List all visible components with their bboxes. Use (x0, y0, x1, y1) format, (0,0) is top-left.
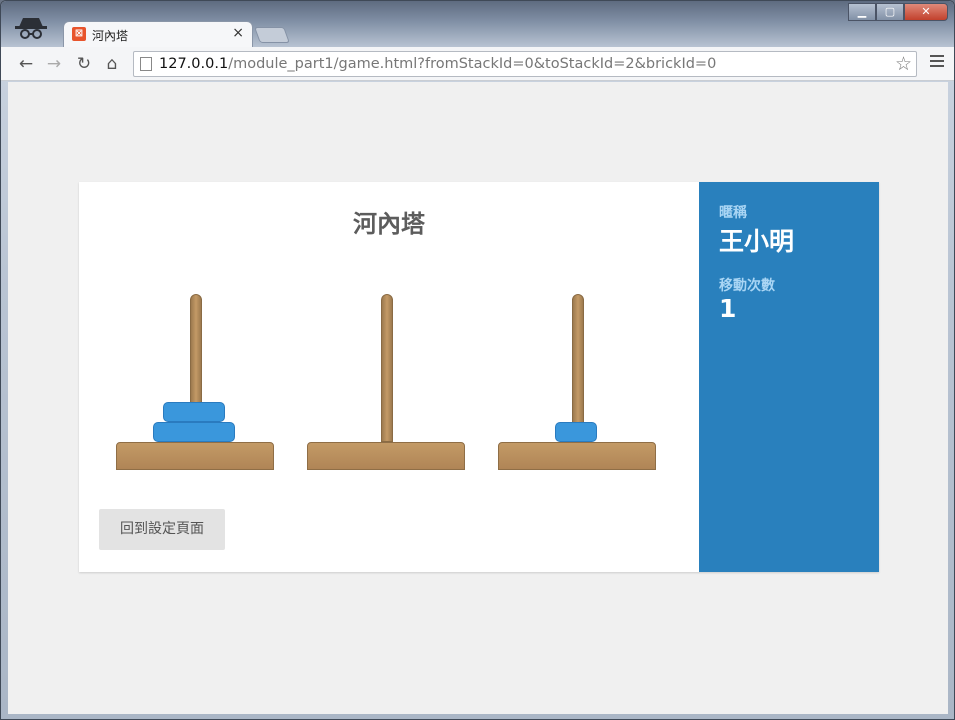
disk-2[interactable] (163, 402, 225, 422)
tower-base (116, 442, 274, 470)
game-title: 河內塔 (353, 210, 425, 238)
reload-icon[interactable]: ↻ (73, 53, 95, 75)
address-bar[interactable]: 127.0.0.1/module_part1/game.html?fromSta… (133, 51, 917, 77)
nickname-label: 暱稱 (719, 205, 747, 221)
nickname-value: 王小明 (719, 227, 795, 256)
page-icon (140, 57, 152, 71)
pole (572, 294, 584, 442)
browser-toolbar: ← → ↻ ⌂ 127.0.0.1/module_part1/game.html… (1, 47, 954, 81)
page-viewport: 河內塔 回到設定頁面 暱稱 王小明 移動次數 1 (8, 82, 948, 714)
menu-icon[interactable] (930, 55, 944, 69)
minimize-button[interactable]: ▁ (848, 3, 876, 21)
home-icon[interactable]: ⌂ (101, 53, 123, 75)
back-to-settings-button[interactable]: 回到設定頁面 (99, 509, 225, 550)
back-arrow-icon[interactable]: ← (15, 53, 37, 75)
moves-label: 移動次數 (719, 278, 775, 294)
tower-0[interactable] (116, 294, 276, 470)
disk-3[interactable] (153, 422, 235, 442)
moves-value: 1 (719, 294, 737, 323)
new-tab-button[interactable] (254, 27, 290, 43)
url-text[interactable]: 127.0.0.1/module_part1/game.html?fromSta… (159, 56, 716, 72)
forward-arrow-icon[interactable]: → (43, 53, 65, 75)
tab-strip: ⊠ 河內塔 × ▁ ▢ ✕ (1, 1, 954, 47)
tower-base (498, 442, 656, 470)
browser-window: ⊠ 河內塔 × ▁ ▢ ✕ ← → ↻ ⌂ 127.0.0.1/module_p… (0, 0, 955, 720)
star-icon[interactable]: ☆ (895, 53, 912, 75)
incognito-icon (15, 18, 47, 39)
game-area: 河內塔 回到設定頁面 (79, 182, 699, 572)
favicon-icon: ⊠ (72, 27, 86, 41)
tab-close-icon[interactable]: × (232, 25, 244, 41)
tower-base (307, 442, 465, 470)
game-card: 河內塔 回到設定頁面 暱稱 王小明 移動次數 1 (79, 182, 879, 572)
tab-title: 河內塔 (92, 29, 129, 43)
window-controls: ▁ ▢ ✕ (848, 3, 948, 21)
browser-tab[interactable]: ⊠ 河內塔 × (63, 21, 253, 47)
player-panel: 暱稱 王小明 移動次數 1 (699, 182, 879, 572)
disk-1[interactable] (555, 422, 597, 442)
tower-1[interactable] (307, 294, 467, 470)
close-window-button[interactable]: ✕ (904, 3, 948, 21)
pole (381, 294, 393, 442)
tower-2[interactable] (498, 294, 658, 470)
maximize-button[interactable]: ▢ (876, 3, 904, 21)
